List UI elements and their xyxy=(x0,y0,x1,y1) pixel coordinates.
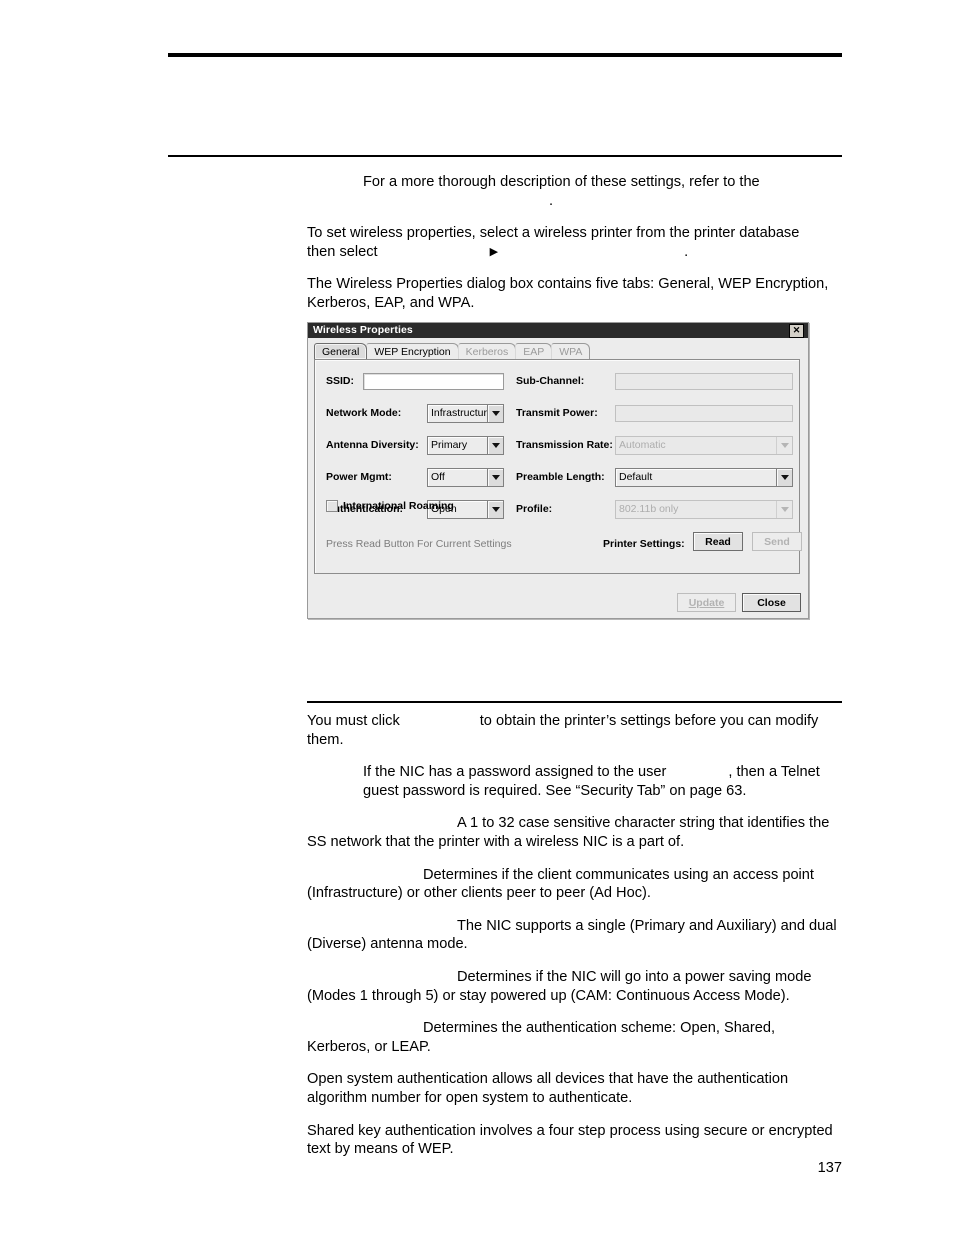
transmission-rate-value: Automatic xyxy=(616,437,776,454)
chevron-down-icon xyxy=(776,437,792,454)
tab-kerberos[interactable]: Kerberos xyxy=(457,343,517,359)
sub-channel-label: Sub-Channel: xyxy=(516,375,585,387)
general-tab-panel: SSID: Sub-Channel: Network Mode: Infrast… xyxy=(314,359,802,574)
chevron-down-icon xyxy=(776,501,792,518)
printer-settings-label: Printer Settings: xyxy=(603,538,685,550)
power-mgmt-description-text: Determines if the NIC will go into a pow… xyxy=(307,968,812,1004)
header-rule-bottom xyxy=(168,155,842,157)
tab-eap[interactable]: EAP xyxy=(515,343,553,359)
open-system-paragraph: Open system authentication allows all de… xyxy=(307,1071,789,1106)
row-power-mgmt: Power Mgmt: Off Preamble Length: Default xyxy=(315,466,799,488)
antenna-diversity-label: Antenna Diversity: xyxy=(326,439,419,451)
international-roaming-label: International Roaming xyxy=(343,500,454,512)
five-tabs-paragraph: The Wireless Properties dialog box conta… xyxy=(307,276,829,311)
dialog-tabstrip: General WEP Encryption Kerberos EAP WPA xyxy=(314,343,808,359)
transmit-power-label: Transmit Power: xyxy=(516,407,598,419)
header-rule-top xyxy=(168,53,842,57)
set-props-line-1: To set wireless properties, select a wir… xyxy=(307,225,800,242)
transmission-rate-select: Automatic xyxy=(615,436,793,455)
power-mgmt-description-paragraph: Determines if the NIC will go into a pow… xyxy=(307,968,842,1005)
antenna-diversity-value: Primary xyxy=(428,437,487,454)
row-network-mode: Network Mode: Infrastructure Transmit Po… xyxy=(315,402,799,424)
nic-password-prefix: If the NIC has a password assigned to th… xyxy=(363,764,667,781)
tab-general[interactable]: General xyxy=(314,343,368,359)
chevron-down-icon[interactable] xyxy=(487,437,503,454)
antenna-diversity-select[interactable]: Primary xyxy=(427,436,504,455)
preamble-length-label: Preamble Length: xyxy=(516,471,605,483)
authentication-description-text: Determines the authentication scheme: Op… xyxy=(307,1020,776,1055)
must-click-prefix: You must click xyxy=(307,713,400,729)
ssid-input[interactable] xyxy=(363,373,504,390)
transmission-rate-label: Transmission Rate: xyxy=(516,439,613,451)
chevron-down-icon[interactable] xyxy=(487,405,503,422)
chevron-down-icon[interactable] xyxy=(487,469,503,486)
transmit-power-input xyxy=(615,405,793,422)
set-props-line-2-end: . xyxy=(684,243,689,260)
sub-channel-input xyxy=(615,373,793,390)
lower-text-block: You must click to obtain the printer’s se… xyxy=(307,712,842,1173)
note-line-2-end: . xyxy=(549,192,554,209)
network-mode-description-paragraph: Determines if the client communicates us… xyxy=(307,866,842,903)
read-button[interactable]: Read xyxy=(693,532,743,551)
ssid-description-paragraph: A 1 to 32 case sensitive character strin… xyxy=(307,814,842,851)
tab-wep-encryption[interactable]: WEP Encryption xyxy=(366,343,459,359)
antenna-description-text: The NIC supports a single (Primary and A… xyxy=(307,917,837,953)
network-mode-select[interactable]: Infrastructure xyxy=(427,404,504,423)
send-button[interactable]: Send xyxy=(752,532,802,551)
preamble-length-select[interactable]: Default xyxy=(615,468,793,487)
note-paragraph: For a more thorough description of these… xyxy=(363,173,842,210)
authentication-description-paragraph: Determines the authentication scheme: Op… xyxy=(307,1019,842,1056)
ssid-description-text: A 1 to 32 case sensitive character strin… xyxy=(307,815,830,850)
read-hint-text: Press Read Button For Current Settings xyxy=(326,538,512,550)
dialog-title: Wireless Properties xyxy=(313,324,413,336)
menu-separator-icon: ▶ xyxy=(489,245,499,258)
wireless-properties-dialog: Wireless Properties ✕ General WEP Encryp… xyxy=(307,322,809,619)
upper-text-block: For a more thorough description of these… xyxy=(307,173,842,327)
antenna-description-paragraph: The NIC supports a single (Primary and A… xyxy=(307,917,842,954)
row-antenna-diversity: Antenna Diversity: Primary Transmission … xyxy=(315,434,799,456)
network-mode-label: Network Mode: xyxy=(326,407,402,419)
checkbox-box-icon[interactable] xyxy=(326,500,338,512)
row-ssid: SSID: Sub-Channel: xyxy=(315,370,799,392)
dialog-titlebar[interactable]: Wireless Properties ✕ xyxy=(308,323,808,338)
chevron-down-icon[interactable] xyxy=(487,501,503,518)
ssid-label: SSID: xyxy=(326,375,355,387)
shared-key-paragraph: Shared key authentication involves a fou… xyxy=(307,1122,833,1158)
network-mode-value: Infrastructure xyxy=(428,405,487,422)
section-rule xyxy=(307,701,842,703)
profile-select: 802.11b only xyxy=(615,500,793,519)
preamble-length-value: Default xyxy=(616,469,776,486)
power-mgmt-label: Power Mgmt: xyxy=(326,471,392,483)
close-icon[interactable]: ✕ xyxy=(789,323,804,338)
international-roaming-checkbox[interactable]: International Roaming xyxy=(326,500,454,512)
tab-wpa[interactable]: WPA xyxy=(551,343,591,359)
set-wireless-properties-paragraph: To set wireless properties, select a wir… xyxy=(307,224,842,261)
update-button[interactable]: Update xyxy=(677,593,736,612)
set-props-line-2-prefix: then select xyxy=(307,243,378,260)
power-mgmt-select[interactable]: Off xyxy=(427,468,504,487)
nic-password-paragraph: If the NIC has a password assigned to th… xyxy=(363,763,842,800)
page-number: 137 xyxy=(817,1160,842,1176)
network-mode-description-text: Determines if the client communicates us… xyxy=(307,866,814,902)
power-mgmt-value: Off xyxy=(428,469,487,486)
note-line-1: For a more thorough description of these… xyxy=(363,174,760,190)
close-button[interactable]: Close xyxy=(742,593,801,612)
chevron-down-icon[interactable] xyxy=(776,469,792,486)
must-click-paragraph: You must click to obtain the printer’s se… xyxy=(307,712,842,749)
profile-value: 802.11b only xyxy=(616,501,776,518)
profile-label: Profile: xyxy=(516,503,553,515)
update-button-label: Update xyxy=(688,596,725,609)
